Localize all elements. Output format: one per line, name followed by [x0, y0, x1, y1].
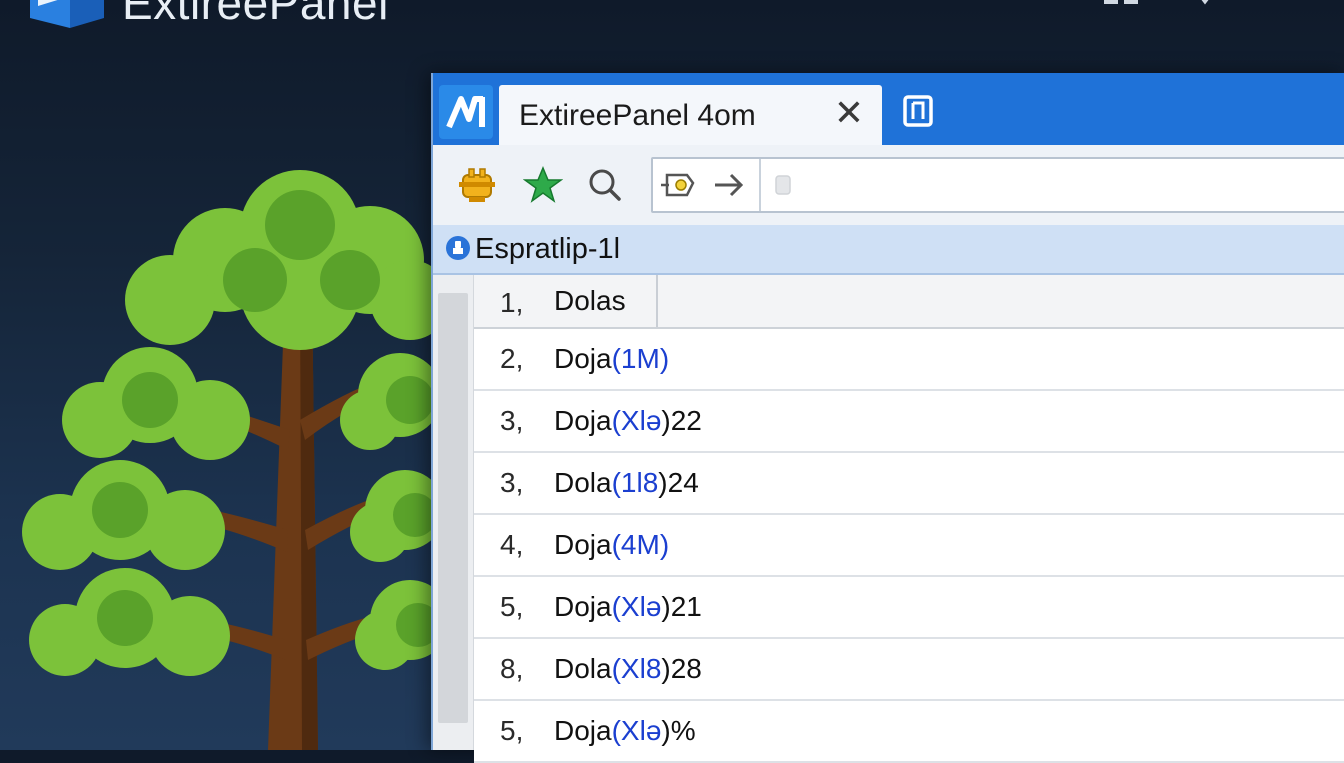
section-header: Espratlip-1l — [433, 225, 1344, 275]
app-window: ExtireePanel 4om ✕ Espratlip-1l 1, Dolas… — [431, 73, 1344, 763]
row-name-prefix: Dola — [554, 653, 612, 684]
desktop-title: ExtireePanel — [122, 0, 389, 29]
scrollbar-track[interactable] — [433, 275, 474, 750]
address-input[interactable] — [803, 159, 1344, 213]
row-name-highlight: (1l8 — [611, 467, 659, 498]
row-name-prefix: Doja — [554, 405, 612, 436]
info-icon — [445, 235, 471, 261]
list-rows: 1, Dolas 2, Doja(1M) 3, Doja(Xlə)22 3, Dola(1… — [474, 275, 1344, 763]
title-bar: ExtireePanel 4om ✕ — [433, 73, 1344, 145]
row-name: Dola(1l8)24 — [554, 467, 699, 499]
section-title: Espratlip-1l — [475, 233, 621, 265]
row-name-prefix: Dola — [554, 467, 612, 498]
row-name-suffix: )24 — [658, 467, 699, 498]
app-logo-icon — [439, 85, 493, 139]
tree-illustration — [0, 170, 450, 750]
address-nav-segment — [653, 159, 761, 211]
arrow-right-icon[interactable] — [711, 169, 747, 201]
list-header-row[interactable]: 1, Dolas — [474, 275, 1344, 329]
row-name-highlight: (Xlə — [611, 715, 662, 746]
tab-active[interactable]: ExtireePanel 4om ✕ — [499, 85, 882, 145]
list-item[interactable]: 3, Doja(Xlə)22 — [474, 391, 1344, 453]
row-name: Doja(1M) — [554, 343, 669, 375]
list-item[interactable]: 5, Doja(Xlə)21 — [474, 577, 1344, 639]
row-name-suffix: )28 — [661, 653, 702, 684]
list-item[interactable]: 3, Dola(1l8)24 — [474, 453, 1344, 515]
row-name-highlight: (4M) — [611, 529, 670, 560]
row-number: 5, — [500, 591, 524, 622]
row-name: Doja(4M) — [554, 529, 669, 561]
desktop-grid-icon[interactable] — [1104, 0, 1140, 6]
row-number: 3, — [500, 405, 524, 436]
desktop-app-logo-icon — [30, 0, 104, 28]
address-bar[interactable] — [651, 157, 1344, 213]
row-number: 1, — [500, 287, 524, 318]
row-name: Doja(Xlə)22 — [554, 405, 702, 437]
row-name-prefix: Doja — [554, 529, 612, 560]
row-name-suffix: )% — [661, 715, 696, 746]
row-name: Dola(Xl8)28 — [554, 653, 702, 685]
list-item[interactable]: 2, Doja(1M) — [474, 329, 1344, 391]
new-tab-icon[interactable] — [901, 95, 937, 129]
column-divider[interactable] — [656, 275, 658, 327]
row-name-highlight: (Xlə — [611, 405, 662, 436]
page-ghost-icon — [773, 173, 795, 197]
row-number: 3, — [500, 467, 524, 498]
row-name: Dolas — [554, 285, 626, 316]
row-number: 2, — [500, 343, 524, 374]
row-name-highlight: (Xlə — [611, 591, 662, 622]
toolbar — [433, 145, 1344, 226]
row-number: 8, — [500, 653, 524, 684]
row-name-suffix: )22 — [661, 405, 702, 436]
search-icon[interactable] — [585, 165, 625, 205]
list-item[interactable]: 4, Doja(4M) — [474, 515, 1344, 577]
desktop-chevron-down-icon[interactable] — [1196, 0, 1214, 5]
plugin-icon[interactable] — [457, 165, 497, 205]
list-item[interactable]: 8, Dola(Xl8)28 — [474, 639, 1344, 701]
row-name-prefix: Doja — [554, 343, 612, 374]
tab-close-icon[interactable]: ✕ — [829, 93, 869, 133]
row-number: 5, — [500, 715, 524, 746]
desktop-header: ExtireePanel — [30, 0, 389, 29]
star-icon[interactable] — [522, 165, 564, 205]
tab-label: ExtireePanel 4om — [519, 99, 756, 132]
row-name-prefix: Doja — [554, 591, 612, 622]
row-number: 4, — [500, 529, 524, 560]
row-name-highlight: (1M) — [611, 343, 670, 374]
row-name: Doja(Xlə)% — [554, 715, 696, 747]
row-name-prefix: Doja — [554, 715, 612, 746]
scrollbar-thumb[interactable] — [438, 293, 468, 723]
row-name-suffix: )21 — [661, 591, 702, 622]
key-icon[interactable] — [659, 167, 699, 203]
row-name-highlight: (Xl8 — [611, 653, 662, 684]
list-area: 1, Dolas 2, Doja(1M) 3, Doja(Xlə)22 3, Dola(1… — [433, 275, 1344, 763]
list-item[interactable]: 5, Doja(Xlə)% — [474, 701, 1344, 763]
row-name: Doja(Xlə)21 — [554, 591, 702, 623]
